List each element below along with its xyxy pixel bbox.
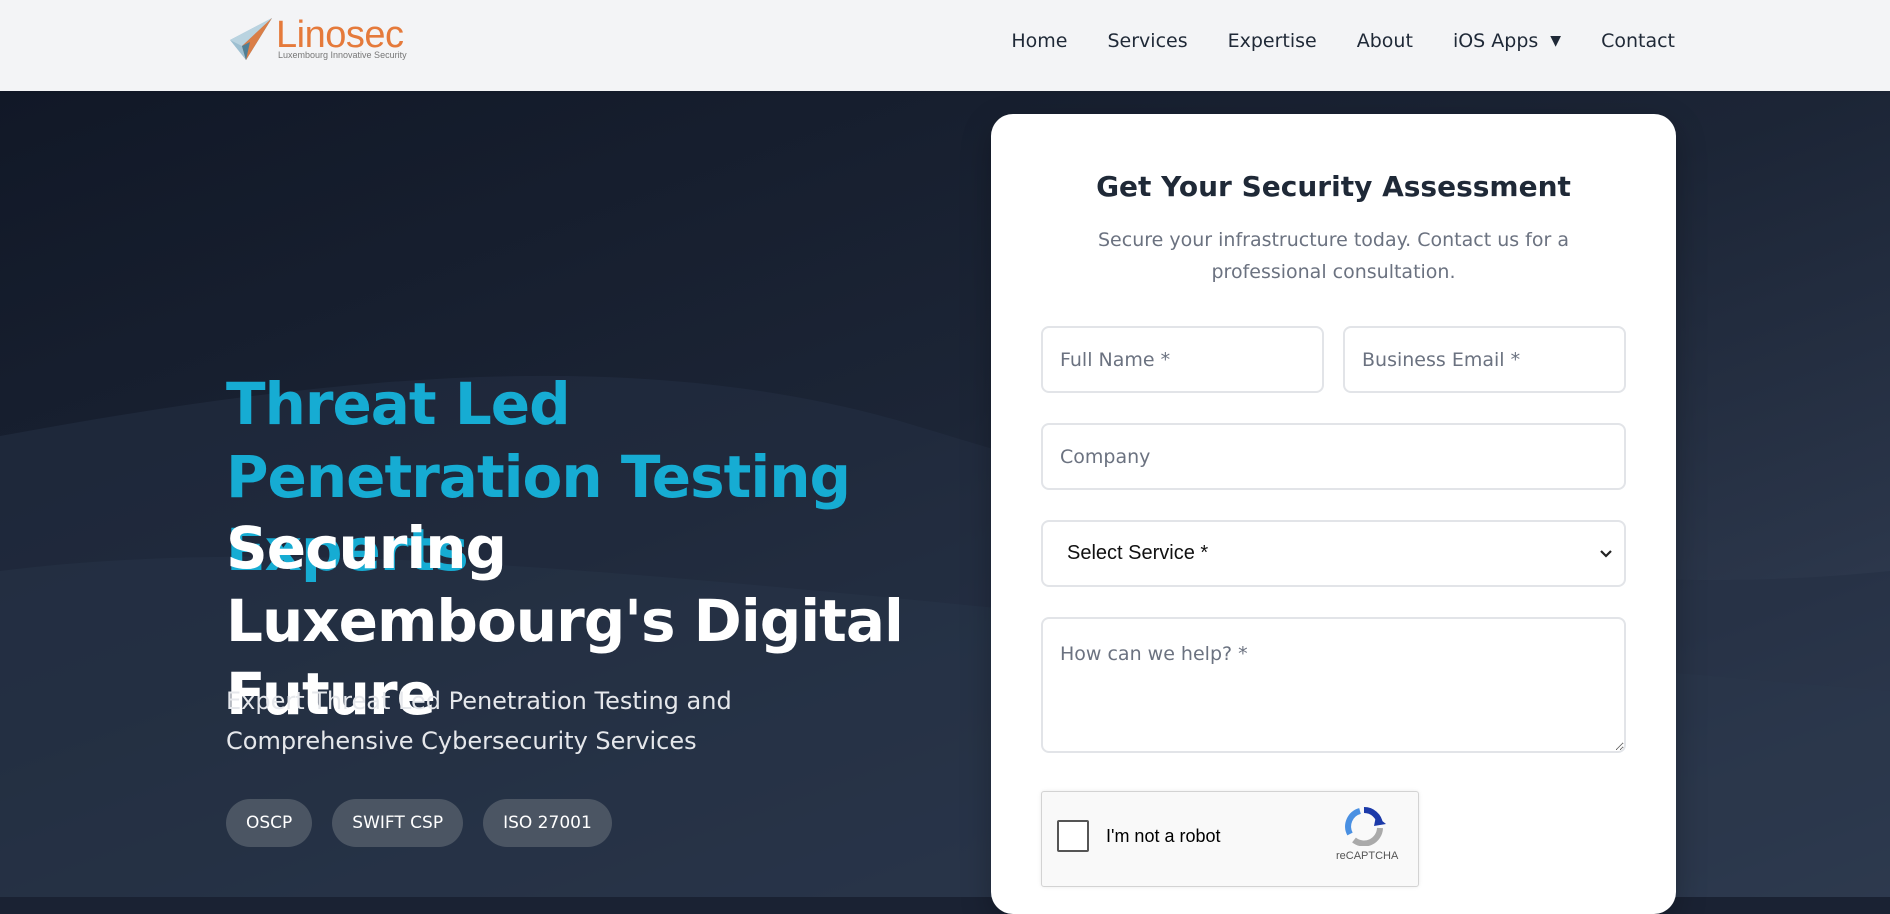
certification-badges: OSCP SWIFT CSP ISO 27001 xyxy=(226,799,612,847)
nav-ios-apps[interactable]: iOS Apps ▼ xyxy=(1453,30,1561,52)
recaptcha-widget: I'm not a robot reCAPTCHA xyxy=(1041,791,1419,887)
chevron-down-icon xyxy=(1600,549,1612,558)
caret-down-icon: ▼ xyxy=(1550,33,1562,49)
nav-ios-apps-label: iOS Apps xyxy=(1452,30,1539,52)
main-nav: Home Services Expertise About iOS Apps ▼… xyxy=(1011,30,1675,52)
hero-subheadline: Expert Threat Led Penetration Testing an… xyxy=(226,687,732,755)
message-textarea[interactable] xyxy=(1041,617,1626,753)
form-title: Get Your Security Assessment xyxy=(1096,170,1571,203)
site-header: Linosec Luxembourg Innovative Security H… xyxy=(0,0,1890,91)
recaptcha-checkbox[interactable] xyxy=(1057,820,1089,852)
service-select[interactable]: Select Service * xyxy=(1041,520,1626,587)
brand-tagline: Luxembourg Innovative Security xyxy=(278,50,407,60)
badge-swift-csp: SWIFT CSP xyxy=(332,799,464,847)
business-email-input[interactable] xyxy=(1343,326,1626,393)
nav-expertise[interactable]: Expertise xyxy=(1228,30,1317,52)
nav-about[interactable]: About xyxy=(1357,30,1413,52)
recaptcha-brand: reCAPTCHA xyxy=(1336,850,1399,862)
recaptcha-logo-icon xyxy=(1345,806,1386,846)
company-input[interactable] xyxy=(1041,423,1626,490)
full-name-input[interactable] xyxy=(1041,326,1324,393)
badge-oscp: OSCP xyxy=(226,799,313,847)
recaptcha-label: I'm not a robot xyxy=(1106,826,1221,846)
nav-home[interactable]: Home xyxy=(1011,30,1067,52)
nav-contact[interactable]: Contact xyxy=(1601,30,1675,52)
assessment-form-card: Get Your Security Assessment Secure your… xyxy=(991,114,1676,914)
paper-plane-icon xyxy=(230,18,272,60)
badge-iso-27001: ISO 27001 xyxy=(483,799,612,847)
service-select-value: Select Service * xyxy=(1067,542,1209,564)
brand-logo[interactable]: Linosec Luxembourg Innovative Security xyxy=(228,14,418,64)
form-subtitle: Secure your infrastructure today. Contac… xyxy=(1098,229,1569,283)
nav-services[interactable]: Services xyxy=(1107,30,1187,52)
